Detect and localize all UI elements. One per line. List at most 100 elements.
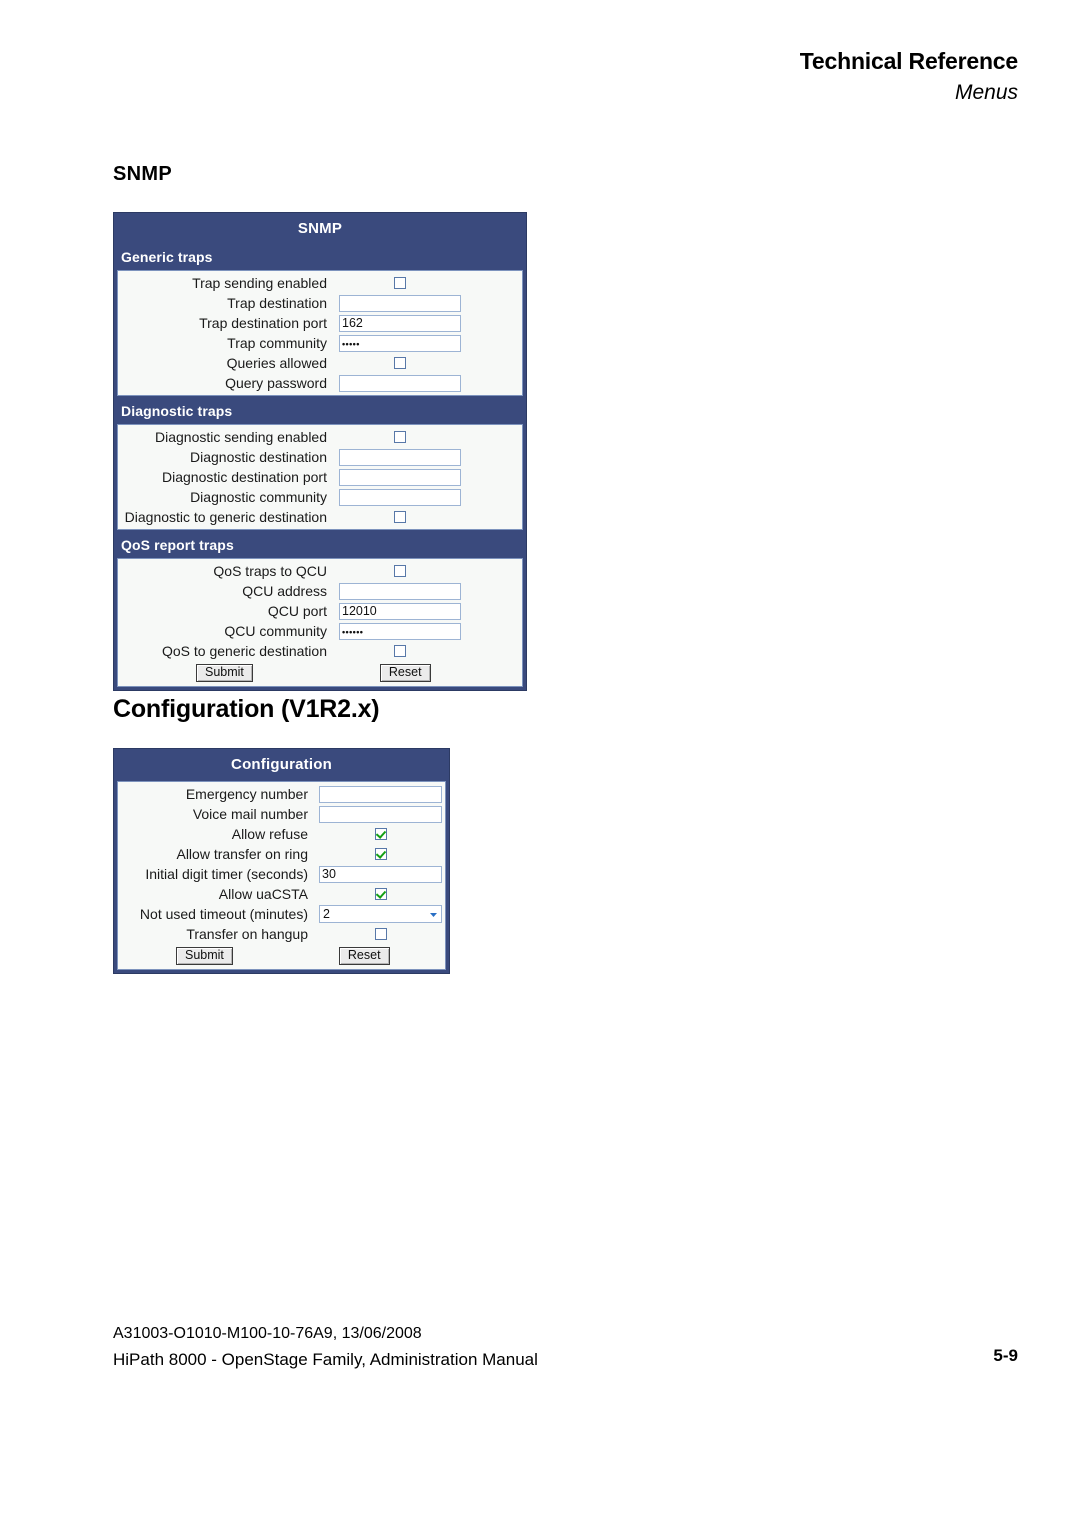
checkbox-qos-traps-to-qcu[interactable] [394,565,406,577]
label-qcu-address: QCU address [242,583,327,599]
control-cell [317,785,445,803]
checkbox-trap-sending-enabled[interactable] [394,277,406,289]
select-value: 2 [323,907,330,921]
select-not-used-timeout-minutes[interactable]: 2 [319,905,442,923]
submit-button-configuration[interactable]: Submit [176,947,233,965]
label-trap-community: Trap community [227,335,327,351]
input-voice-mail-number[interactable] [319,805,442,823]
checkbox-allow-refuse[interactable] [374,828,387,840]
button-row-snmp: Submit Reset [118,662,522,684]
document-footer: A31003-O1010-M100-10-76A9, 13/06/2008 Hi… [113,1322,538,1373]
label-qos-to-generic-destination: QoS to generic destination [162,643,327,659]
label-emergency-number: Emergency number [185,786,308,802]
form-row-qcu-address: QCU address [118,581,522,601]
input-trap-destination-port[interactable]: 162 [339,314,461,332]
group-title-diagnostic-traps: Diagnostic traps [121,403,233,419]
footer-manual-title: HiPath 8000 - OpenStage Family, Administ… [113,1349,538,1369]
control-cell [317,805,445,823]
form-row-not-used-timeout-minutes: Not used timeout (minutes) 2 [118,904,445,924]
input-diagnostic-community[interactable] [339,488,461,506]
label-transfer-on-hangup: Transfer on hangup [186,926,308,942]
label-not-used-timeout-minutes: Not used timeout (minutes) [139,906,308,922]
control-cell [336,645,522,657]
control-cell [317,928,445,940]
form-row-diagnostic-destination: Diagnostic destination [118,447,522,467]
configuration-panel-title: Configuration [231,756,332,773]
label-diagnostic-destination-port: Diagnostic destination port [162,469,327,485]
control-cell [336,374,522,392]
checkbox-diagnostic-to-generic-destination[interactable] [394,511,406,523]
input-trap-community[interactable]: ••••• [339,334,461,352]
form-row-voice-mail-number: Voice mail number [118,804,445,824]
input-trap-destination[interactable] [339,294,461,312]
form-row-trap-destination: Trap destination [118,293,522,313]
label-diagnostic-sending-enabled: Diagnostic sending enabled [154,429,327,445]
checkbox-allow-uacsta[interactable] [374,888,387,900]
form-row-allow-refuse: Allow refuse [118,824,445,844]
chevron-down-icon[interactable] [426,907,440,921]
document-page: Technical Reference Menus SNMP SNMP Gene… [0,0,1080,1528]
input-query-password[interactable] [339,374,461,392]
input-qcu-port[interactable]: 12010 [339,602,461,620]
control-cell [336,277,522,289]
form-row-initial-digit-timer-seconds: Initial digit timer (seconds) 30 [118,864,445,884]
form-row-queries-allowed: Queries allowed [118,353,522,373]
label-queries-allowed: Queries allowed [226,355,327,371]
group-body-qos-report-traps: QoS traps to QCU QCU address QCU port 12010… [117,558,523,687]
form-row-emergency-number: Emergency number [118,784,445,804]
footer-document-id: A31003-O1010-M100-10-76A9, 13/06/2008 [113,1325,422,1342]
control-cell [336,565,522,577]
label-initial-digit-timer-seconds: Initial digit timer (seconds) [145,866,308,882]
control-cell: •••••• [336,622,522,640]
form-row-diagnostic-sending-enabled: Diagnostic sending enabled [118,427,522,447]
control-cell [336,357,522,369]
input-diagnostic-destination[interactable] [339,448,461,466]
form-row-diagnostic-to-generic-destination: Diagnostic to generic destination [118,507,522,527]
label-allow-refuse: Allow refuse [231,826,308,842]
control-cell [336,488,522,506]
reset-button-configuration[interactable]: Reset [338,947,390,965]
input-diagnostic-destination-port[interactable] [339,468,461,486]
checkbox-queries-allowed[interactable] [394,357,406,369]
reset-button-snmp[interactable]: Reset [379,664,431,682]
input-emergency-number[interactable] [319,785,442,803]
control-cell [336,431,522,443]
form-row-diagnostic-destination-port: Diagnostic destination port [118,467,522,487]
configuration-body: Emergency number Voice mail number Allow r… [117,781,446,970]
group-body-diagnostic-traps: Diagnostic sending enabled Diagnostic des… [117,424,523,530]
snmp-form-panel: SNMP Generic traps Trap sending enabled Tr… [113,212,527,691]
form-row-qcu-port: QCU port 12010 [118,601,522,621]
input-initial-digit-timer-seconds[interactable]: 30 [319,865,442,883]
control-cell: 12010 [336,602,522,620]
header-title: Technical Reference [799,48,1018,74]
form-row-allow-transfer-on-ring: Allow transfer on ring [118,844,445,864]
label-qcu-port: QCU port [267,603,327,619]
label-trap-sending-enabled: Trap sending enabled [192,275,327,291]
input-qcu-address[interactable] [339,582,461,600]
label-voice-mail-number: Voice mail number [192,806,308,822]
label-qos-traps-to-qcu: QoS traps to QCU [213,563,327,579]
button-row-configuration: Submit Reset [118,945,445,967]
input-qcu-community[interactable]: •••••• [339,622,461,640]
control-cell: 30 [317,865,445,883]
group-title-generic-traps: Generic traps [121,249,213,265]
control-cell [336,511,522,523]
label-trap-destination-port: Trap destination port [199,315,327,331]
control-cell [317,828,445,840]
configuration-form-panel: Configuration Emergency number Voice mail… [113,748,450,974]
control-cell: 2 [317,905,445,923]
form-row-transfer-on-hangup: Transfer on hangup [118,924,445,944]
heading-snmp: SNMP [113,163,172,185]
form-row-diagnostic-community: Diagnostic community [118,487,522,507]
label-diagnostic-community: Diagnostic community [190,489,327,505]
control-cell [336,448,522,466]
checkbox-qos-to-generic-destination[interactable] [394,645,406,657]
submit-button-snmp[interactable]: Submit [196,664,253,682]
checkbox-allow-transfer-on-ring[interactable] [374,848,387,860]
control-cell [317,848,445,860]
control-cell: ••••• [336,334,522,352]
label-allow-uacsta: Allow uaCSTA [218,886,308,902]
label-query-password: Query password [225,375,327,391]
checkbox-diagnostic-sending-enabled[interactable] [394,431,406,443]
checkbox-transfer-on-hangup[interactable] [374,928,387,940]
